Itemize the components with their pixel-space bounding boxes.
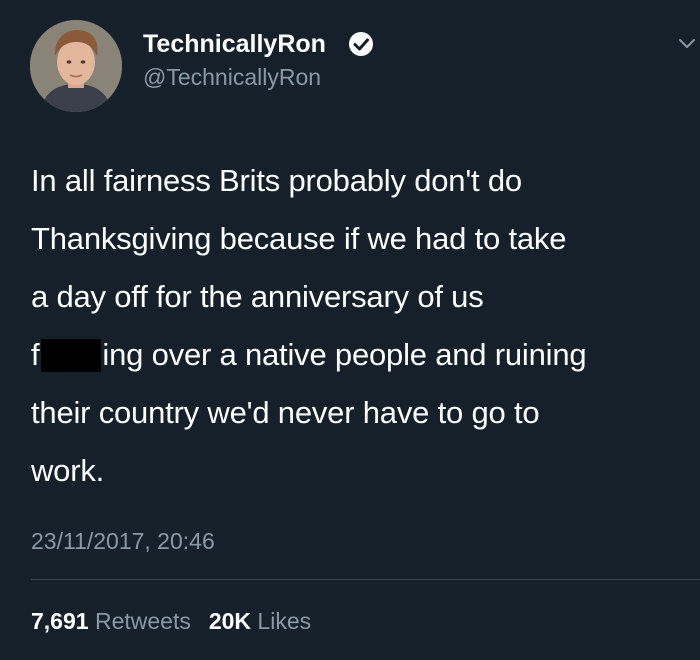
divider xyxy=(31,579,700,580)
likes-stat[interactable]: 20K Likes xyxy=(209,608,311,634)
verified-badge-icon xyxy=(349,32,373,56)
censor-bar xyxy=(41,339,102,372)
retweets-count: 7,691 xyxy=(31,608,89,634)
tweet-card: TechnicallyRon @TechnicallyRon In all fa… xyxy=(0,0,700,660)
tweet-timestamp[interactable]: 23/11/2017, 20:46 xyxy=(31,526,215,556)
tweet-text-line: Thanksgiving because if we had to take xyxy=(31,221,567,256)
avatar[interactable] xyxy=(30,20,122,112)
user-handle[interactable]: @TechnicallyRon xyxy=(143,62,321,92)
tweet-text-line: their country we'd never have to go to xyxy=(31,395,540,430)
tweet-stats: 7,691 Retweets 20K Likes xyxy=(31,606,311,636)
retweets-label: Retweets xyxy=(94,608,191,634)
tweet-text: In all fairness Brits probably don't do … xyxy=(31,152,696,500)
likes-label: Likes xyxy=(257,608,312,634)
chevron-down-icon[interactable] xyxy=(678,38,696,50)
tweet-text-line-censored: f ing over a native people and ruining xyxy=(31,326,696,384)
avatar-image xyxy=(30,20,122,112)
tweet-text-line: a day off for the anniversary of us xyxy=(31,279,484,314)
tweet-text-line: In all fairness Brits probably don't do xyxy=(31,163,522,198)
tweet-text-line: work. xyxy=(31,453,105,488)
display-name[interactable]: TechnicallyRon xyxy=(143,28,326,60)
text-fragment-before-censor: f xyxy=(31,337,40,372)
text-fragment-after-censor: ing over a native people and ruining xyxy=(102,337,587,372)
likes-count: 20K xyxy=(208,608,252,634)
retweets-stat[interactable]: 7,691 Retweets xyxy=(31,608,191,634)
